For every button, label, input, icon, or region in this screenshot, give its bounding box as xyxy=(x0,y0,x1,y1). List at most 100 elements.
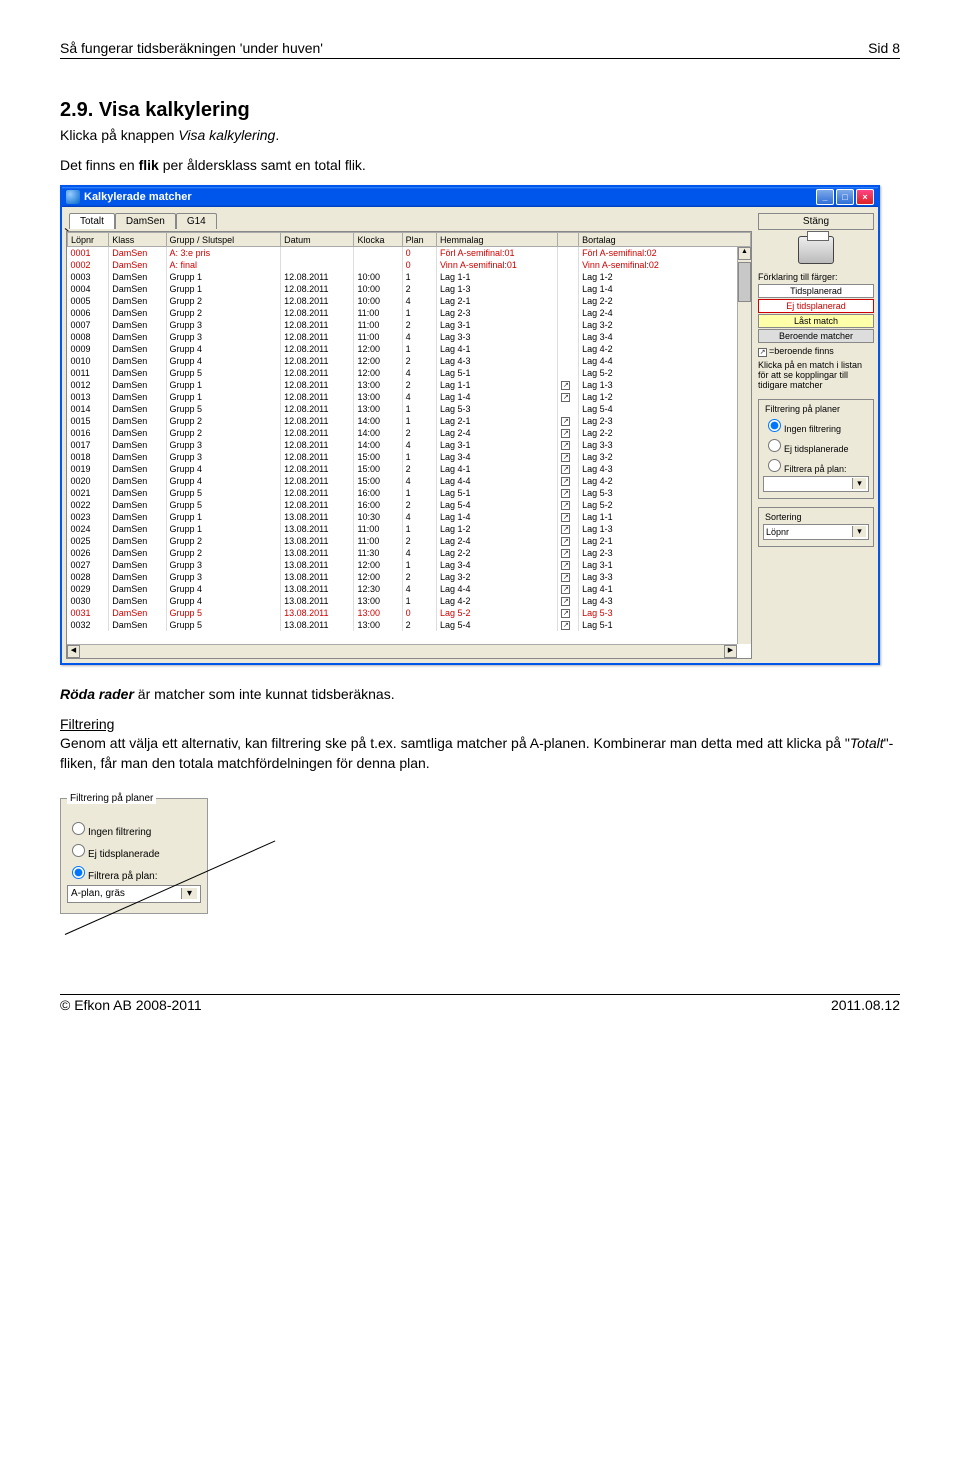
table-cell: 12.08.2011 xyxy=(281,343,354,355)
column-header[interactable]: Löpnr xyxy=(68,233,109,247)
table-cell: ↗ xyxy=(558,571,579,583)
table-row[interactable]: 0026DamSenGrupp 213.08.201111:304Lag 2-2… xyxy=(68,547,751,559)
table-row[interactable]: 0008DamSenGrupp 312.08.201111:004Lag 3-3… xyxy=(68,331,751,343)
stang-button[interactable]: Stäng xyxy=(758,213,874,230)
table-row[interactable]: 0024DamSenGrupp 113.08.201111:001Lag 1-2… xyxy=(68,523,751,535)
filter-legend: Filtrering på planer xyxy=(763,404,842,414)
window-kalkylerade-matcher: Kalkylerade matcher _ □ × Totalt DamSen … xyxy=(60,185,880,665)
vertical-scrollbar[interactable]: ▲ xyxy=(737,247,751,644)
filter-radio-unplanned[interactable] xyxy=(768,439,781,452)
table-row[interactable]: 0009DamSenGrupp 412.08.201112:001Lag 4-1… xyxy=(68,343,751,355)
column-header[interactable]: Grupp / Slutspel xyxy=(166,233,281,247)
filter-opt-unplanned[interactable]: Ej tidsplanerade xyxy=(763,436,869,454)
table-row[interactable]: 0015DamSenGrupp 212.08.201114:001Lag 2-1… xyxy=(68,415,751,427)
table-row[interactable]: 0023DamSenGrupp 113.08.201110:304Lag 1-4… xyxy=(68,511,751,523)
table-row[interactable]: 0032DamSenGrupp 513.08.201113:002Lag 5-4… xyxy=(68,619,751,631)
table-cell: 2 xyxy=(402,535,436,547)
table-cell: Grupp 2 xyxy=(166,547,281,559)
table-cell: 10:30 xyxy=(354,511,402,523)
table-cell: 0021 xyxy=(68,487,109,499)
table-cell: 0006 xyxy=(68,307,109,319)
tab-g14[interactable]: G14 xyxy=(176,213,217,229)
filter2-opt-unplanned[interactable]: Ej tidsplanerade xyxy=(67,841,201,860)
table-row[interactable]: 0017DamSenGrupp 312.08.201114:004Lag 3-1… xyxy=(68,439,751,451)
table-cell: Förl A-semifinal:01 xyxy=(436,247,557,259)
table-cell: 11:00 xyxy=(354,523,402,535)
table-cell: Lag 2-3 xyxy=(436,307,557,319)
column-header[interactable]: Klocka xyxy=(354,233,402,247)
table-row[interactable]: 0007DamSenGrupp 312.08.201111:002Lag 3-1… xyxy=(68,319,751,331)
column-header[interactable]: Datum xyxy=(281,233,354,247)
window-titlebar[interactable]: Kalkylerade matcher _ □ × xyxy=(62,187,878,207)
tab-totalt[interactable]: Totalt xyxy=(69,213,115,229)
table-cell: Grupp 3 xyxy=(166,451,281,463)
table-row[interactable]: 0013DamSenGrupp 112.08.201113:004Lag 1-4… xyxy=(68,391,751,403)
printer-icon[interactable] xyxy=(798,236,834,264)
table-cell: DamSen xyxy=(109,439,166,451)
table-row[interactable]: 0010DamSenGrupp 412.08.201112:002Lag 4-3… xyxy=(68,355,751,367)
filter-opt-plan[interactable]: Filtrera på plan: xyxy=(763,456,869,474)
column-header[interactable]: Klass xyxy=(109,233,166,247)
minimize-button[interactable]: _ xyxy=(816,189,834,205)
grid[interactable]: LöpnrKlassGrupp / SlutspelDatumKlockaPla… xyxy=(66,231,752,659)
maximize-button[interactable]: □ xyxy=(836,189,854,205)
table-row[interactable]: 0021DamSenGrupp 512.08.201116:001Lag 5-1… xyxy=(68,487,751,499)
tab-damsen[interactable]: DamSen xyxy=(115,213,176,229)
table-row[interactable]: 0011DamSenGrupp 512.08.201112:004Lag 5-1… xyxy=(68,367,751,379)
filter2-opt-plan[interactable]: Filtrera på plan: xyxy=(67,863,201,882)
column-header[interactable]: Bortalag xyxy=(579,233,751,247)
table-row[interactable]: 0020DamSenGrupp 412.08.201115:004Lag 4-4… xyxy=(68,475,751,487)
table-row[interactable]: 0018DamSenGrupp 312.08.201115:001Lag 3-4… xyxy=(68,451,751,463)
table-cell: Grupp 4 xyxy=(166,343,281,355)
filter-plan-combo[interactable]: ▾ xyxy=(763,476,869,492)
table-row[interactable]: 0006DamSenGrupp 212.08.201111:001Lag 2-3… xyxy=(68,307,751,319)
close-button[interactable]: × xyxy=(856,189,874,205)
filter-radio-none[interactable] xyxy=(768,419,781,432)
table-cell: Lag 3-2 xyxy=(436,571,557,583)
table-row[interactable]: 0016DamSenGrupp 212.08.201114:002Lag 2-4… xyxy=(68,427,751,439)
table-row[interactable]: 0019DamSenGrupp 412.08.201115:002Lag 4-1… xyxy=(68,463,751,475)
table-row[interactable]: 0022DamSenGrupp 512.08.201116:002Lag 5-4… xyxy=(68,499,751,511)
filter2-radio-unplanned[interactable] xyxy=(72,844,85,857)
table-cell: Lag 5-4 xyxy=(579,403,751,415)
table-cell: Lag 5-4 xyxy=(436,619,557,631)
table-cell: 0031 xyxy=(68,607,109,619)
filter2-radio-none[interactable] xyxy=(72,822,85,835)
column-header[interactable]: Plan xyxy=(402,233,436,247)
table-row[interactable]: 0003DamSenGrupp 112.08.201110:001Lag 1-1… xyxy=(68,271,751,283)
filter2-opt-none[interactable]: Ingen filtrering xyxy=(67,819,201,838)
footer-left: © Efkon AB 2008-2011 xyxy=(60,997,202,1013)
table-cell: 16:00 xyxy=(354,487,402,499)
scroll-left-button[interactable]: ◀ xyxy=(67,645,80,658)
table-row[interactable]: 0029DamSenGrupp 413.08.201112:304Lag 4-4… xyxy=(68,583,751,595)
table-cell: 1 xyxy=(402,271,436,283)
table-cell: 0001 xyxy=(68,247,109,259)
filter-opt-none[interactable]: Ingen filtrering xyxy=(763,416,869,434)
table-row[interactable]: 0002DamSenA: final0Vinn A-semifinal:01Vi… xyxy=(68,259,751,271)
column-header[interactable]: Hemmalag xyxy=(436,233,557,247)
scroll-right-button[interactable]: ▶ xyxy=(724,645,737,658)
intro-2a: Det finns en xyxy=(60,157,139,173)
table-cell: DamSen xyxy=(109,595,166,607)
table-row[interactable]: 0025DamSenGrupp 213.08.201111:002Lag 2-4… xyxy=(68,535,751,547)
horizontal-scrollbar[interactable]: ◀ ▶ xyxy=(67,644,737,658)
table-row[interactable]: 0005DamSenGrupp 212.08.201110:004Lag 2-1… xyxy=(68,295,751,307)
filter2-radio-plan[interactable] xyxy=(72,866,85,879)
table-row[interactable]: 0014DamSenGrupp 512.08.201113:001Lag 5-3… xyxy=(68,403,751,415)
table-cell: 0018 xyxy=(68,451,109,463)
table-row[interactable]: 0012DamSenGrupp 112.08.201113:002Lag 1-1… xyxy=(68,379,751,391)
table-row[interactable]: 0004DamSenGrupp 112.08.201110:002Lag 1-3… xyxy=(68,283,751,295)
filter-radio-plan[interactable] xyxy=(768,459,781,472)
sort-combo[interactable]: Löpnr ▾ xyxy=(763,524,869,540)
table-cell: Lag 2-4 xyxy=(436,535,557,547)
table-row[interactable]: 0027DamSenGrupp 313.08.201112:001Lag 3-4… xyxy=(68,559,751,571)
scroll-thumb[interactable] xyxy=(738,262,751,302)
filter2-combo[interactable]: A-plan, gräs ▾ xyxy=(67,885,201,903)
table-row[interactable]: 0031DamSenGrupp 513.08.201113:000Lag 5-2… xyxy=(68,607,751,619)
scroll-up-button[interactable]: ▲ xyxy=(738,247,751,260)
table-cell xyxy=(281,247,354,259)
table-row[interactable]: 0030DamSenGrupp 413.08.201113:001Lag 4-2… xyxy=(68,595,751,607)
table-row[interactable]: 0028DamSenGrupp 313.08.201112:002Lag 3-2… xyxy=(68,571,751,583)
table-row[interactable]: 0001DamSenA: 3:e pris0Förl A-semifinal:0… xyxy=(68,247,751,259)
column-header[interactable] xyxy=(558,233,579,247)
